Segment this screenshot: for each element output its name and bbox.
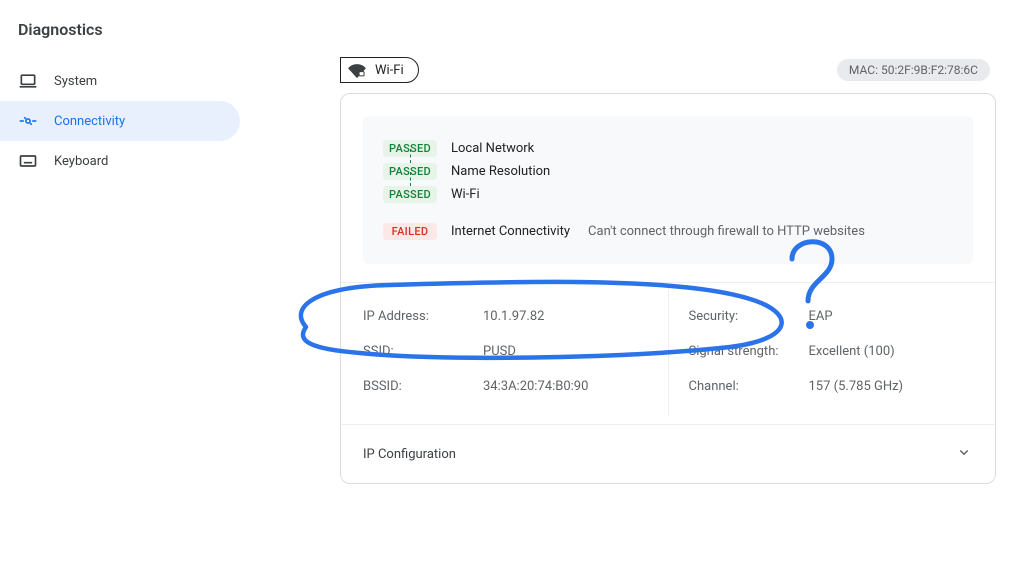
detail-bssid: BSSID: 34:3A:20:74:B0:90 bbox=[363, 369, 648, 404]
sidebar-item-label: System bbox=[54, 74, 97, 89]
detail-value: 157 (5.785 GHz) bbox=[809, 379, 904, 394]
test-message: Can't connect through firewall to HTTP w… bbox=[588, 224, 865, 239]
connectivity-card: PASSED Local Network PASSED Name Resolut… bbox=[340, 93, 996, 484]
main-panel: Wi-Fi MAC: 50:2F:9B:F2:78:6C PASSED Loca… bbox=[240, 49, 1016, 564]
sidebar: System Connectivity bbox=[0, 49, 240, 564]
sidebar-item-label: Connectivity bbox=[54, 114, 125, 129]
tab-wifi-label: Wi-Fi bbox=[375, 63, 404, 78]
mac-address-pill: MAC: 50:2F:9B:F2:78:6C bbox=[837, 59, 990, 81]
sidebar-item-keyboard[interactable]: Keyboard bbox=[0, 141, 240, 181]
detail-label: BSSID: bbox=[363, 379, 483, 394]
detail-label: Security: bbox=[689, 309, 809, 324]
wifi-icon bbox=[347, 61, 367, 79]
detail-signal: Signal strength: Excellent (100) bbox=[689, 334, 974, 369]
detail-label: IP Address: bbox=[363, 309, 483, 324]
detail-security: Security: EAP bbox=[689, 299, 974, 334]
tests-box: PASSED Local Network PASSED Name Resolut… bbox=[363, 116, 973, 264]
test-row-name-resolution: PASSED Name Resolution bbox=[383, 163, 953, 180]
detail-ssid: SSID: PUSD bbox=[363, 334, 648, 369]
ip-configuration-label: IP Configuration bbox=[363, 447, 456, 462]
test-label: Local Network bbox=[451, 141, 534, 156]
tab-wifi[interactable]: Wi-Fi bbox=[340, 57, 419, 83]
connector-line bbox=[410, 149, 411, 163]
sidebar-item-label: Keyboard bbox=[54, 154, 108, 169]
laptop-icon bbox=[18, 71, 38, 91]
test-label: Wi-Fi bbox=[451, 187, 480, 202]
detail-value: EAP bbox=[809, 309, 833, 324]
test-label: Internet Connectivity bbox=[451, 224, 570, 239]
detail-value: Excellent (100) bbox=[809, 344, 895, 359]
test-row-wifi: PASSED Wi-Fi bbox=[383, 186, 953, 203]
keyboard-icon bbox=[18, 151, 38, 171]
status-badge: FAILED bbox=[383, 223, 437, 240]
test-label: Name Resolution bbox=[451, 164, 550, 179]
connector-line bbox=[410, 172, 411, 186]
chevron-down-icon bbox=[955, 443, 973, 465]
page-title: Diagnostics bbox=[18, 20, 1016, 39]
detail-channel: Channel: 157 (5.785 GHz) bbox=[689, 369, 974, 404]
detail-label: Signal strength: bbox=[689, 344, 809, 359]
detail-value: PUSD bbox=[483, 344, 516, 359]
mac-label: MAC: bbox=[849, 63, 878, 77]
sidebar-item-system[interactable]: System bbox=[0, 61, 240, 101]
test-row-local-network: PASSED Local Network bbox=[383, 140, 953, 157]
test-row-internet: FAILED Internet Connectivity Can't conne… bbox=[383, 223, 953, 240]
sidebar-item-connectivity[interactable]: Connectivity bbox=[0, 101, 240, 141]
detail-label: SSID: bbox=[363, 344, 483, 359]
detail-value: 10.1.97.82 bbox=[483, 309, 544, 324]
ip-configuration-row[interactable]: IP Configuration bbox=[341, 424, 995, 483]
detail-ip-address: IP Address: 10.1.97.82 bbox=[363, 299, 648, 334]
status-badge: PASSED bbox=[383, 186, 437, 203]
ethernet-icon bbox=[18, 111, 38, 131]
detail-label: Channel: bbox=[689, 379, 809, 394]
detail-value: 34:3A:20:74:B0:90 bbox=[483, 379, 588, 394]
mac-value: 50:2F:9B:F2:78:6C bbox=[881, 63, 978, 77]
network-details: IP Address: 10.1.97.82 SSID: PUSD BSSID:… bbox=[341, 282, 995, 424]
